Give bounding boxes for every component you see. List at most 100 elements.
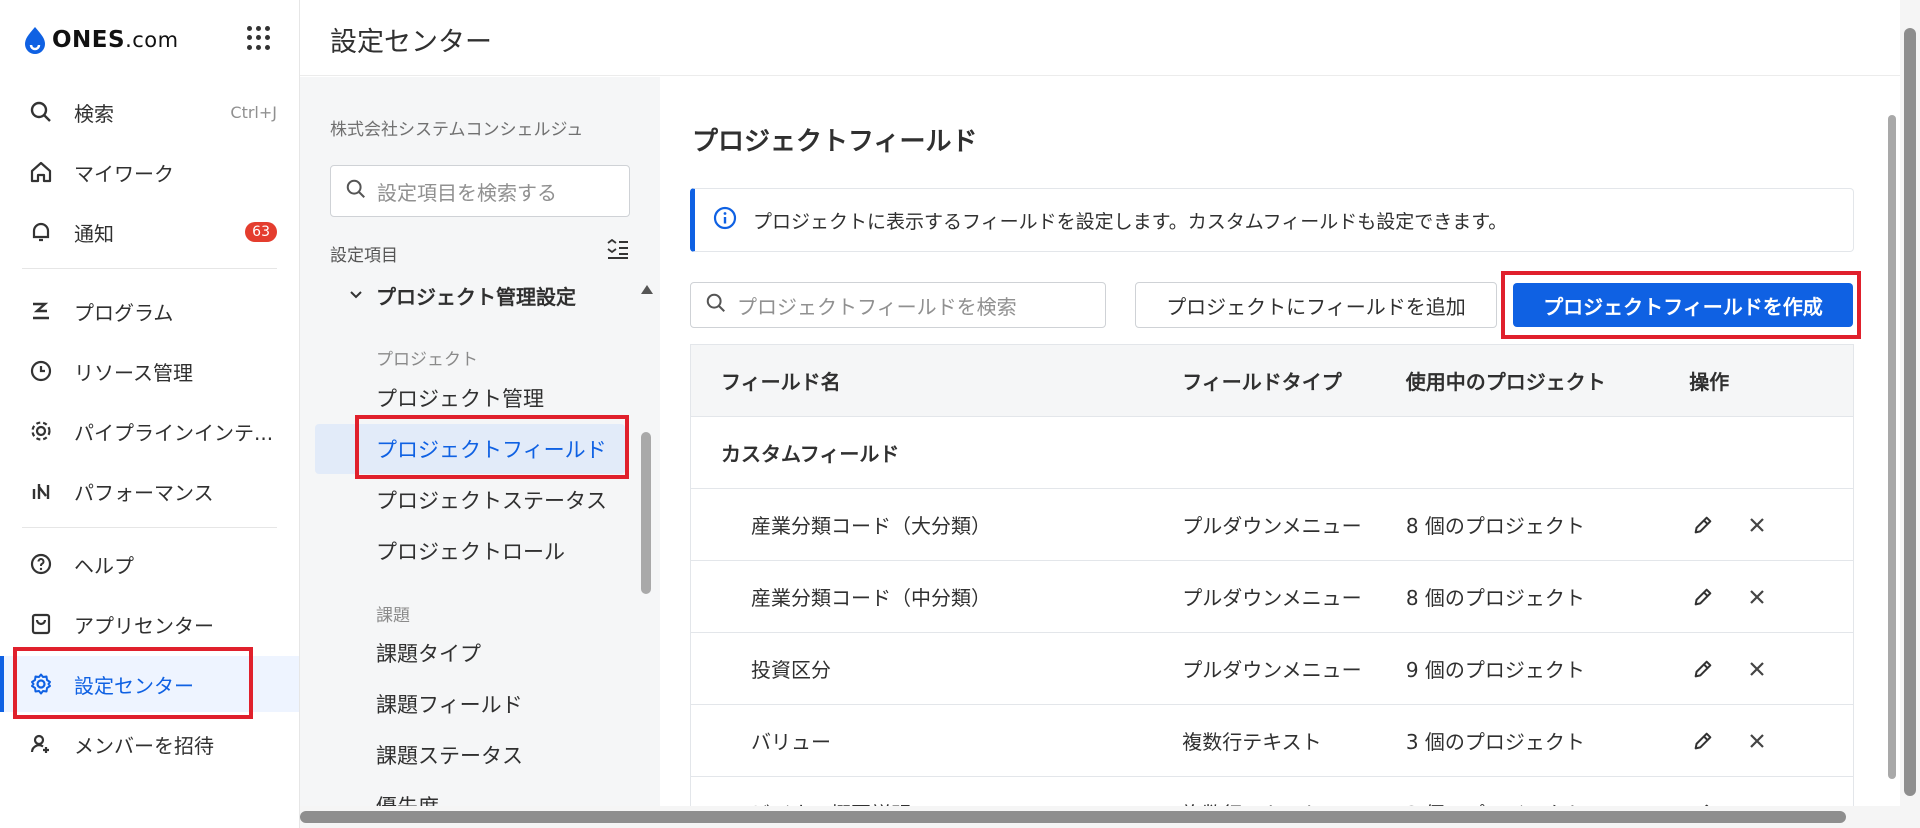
nav-label: リソース管理: [74, 360, 193, 385]
side-item-project-role[interactable]: プロジェクトロール: [315, 526, 625, 576]
field-type: プルダウンメニュー: [1182, 658, 1362, 682]
pipeline-icon: [28, 418, 54, 444]
search-shortcut: Ctrl+J: [230, 102, 277, 122]
notification-badge: 63: [245, 222, 277, 242]
field-search-placeholder: プロジェクトフィールドを検索: [737, 294, 1017, 319]
nav-performance[interactable]: パフォーマンス: [0, 463, 299, 519]
row-actions: [1689, 511, 1853, 539]
search-icon: [345, 178, 367, 205]
side-item-issue-type[interactable]: 課題タイプ: [315, 628, 625, 678]
ones-logo[interactable]: ONES.com: [22, 22, 179, 58]
nav-label: ヘルプ: [74, 553, 134, 578]
row-actions: [1689, 655, 1853, 683]
add-user-icon: [28, 731, 54, 757]
field-projects: 9 個のプロジェクト: [1405, 658, 1585, 682]
main-content: プロジェクトフィールド プロジェクトに表示するフィールドを設定します。カスタムフ…: [660, 89, 1886, 809]
column-header-field-type: フィールドタイプ: [1182, 370, 1342, 394]
main-content-scrollbar[interactable]: [1886, 89, 1898, 809]
help-icon: [28, 551, 54, 577]
group-label: プロジェクト管理設定: [376, 285, 576, 309]
bell-icon: [28, 219, 54, 245]
window-vertical-scrollbar[interactable]: [1900, 0, 1920, 828]
field-name: 投資区分: [751, 658, 831, 682]
nav-label: 検索: [74, 101, 114, 126]
nav-help[interactable]: ヘルプ: [0, 536, 299, 592]
table-row[interactable]: 産業分類コード（大分類） プルダウンメニュー 8 個のプロジェクト: [691, 489, 1853, 561]
column-header-actions: 操作: [1689, 370, 1730, 394]
table-row[interactable]: 産業分類コード（中分類） プルダウンメニュー 8 個のプロジェクト: [691, 561, 1853, 633]
field-type: プルダウンメニュー: [1182, 586, 1362, 610]
nav-label: 通知: [74, 221, 114, 246]
column-header-projects-in-use: 使用中のプロジェクト: [1405, 370, 1606, 394]
nav-search[interactable]: 検索 Ctrl+J: [0, 84, 299, 140]
project-field-table: フィールド名 フィールドタイプ 使用中のプロジェクト 操作 カスタムフィールド …: [690, 344, 1854, 809]
field-type: プルダウンメニュー: [1182, 514, 1362, 538]
table-row[interactable]: バリュー 複数行テキスト 3 個のプロジェクト: [691, 705, 1853, 777]
field-name: バリュー: [751, 730, 831, 754]
side-item-project-status[interactable]: プロジェクトステータス: [315, 475, 625, 525]
nav-label: マイワーク: [74, 161, 174, 186]
delete-close-icon[interactable]: [1743, 655, 1771, 683]
highlight-box-settings-nav: [13, 647, 253, 719]
window-horizontal-scrollbar[interactable]: [300, 806, 1900, 828]
edit-pencil-icon[interactable]: [1689, 727, 1717, 755]
highlight-box-project-field: [355, 415, 629, 479]
chart-icon: [28, 478, 54, 504]
info-banner: プロジェクトに表示するフィールドを設定します。カスタムフィールドも設定できます。: [690, 188, 1854, 252]
side-item-issue-field[interactable]: 課題フィールド: [315, 679, 625, 729]
field-projects: 8 個のプロジェクト: [1405, 586, 1585, 610]
side-item-priority[interactable]: 優先度: [315, 781, 625, 807]
table-row[interactable]: ビジネス概要説明 複数行テキスト 3 個のプロジェクト: [691, 777, 1853, 809]
add-field-to-project-button[interactable]: プロジェクトにフィールドを追加: [1135, 282, 1497, 328]
edit-pencil-icon[interactable]: [1689, 583, 1717, 611]
field-type: 複数行テキスト: [1182, 730, 1322, 754]
delete-close-icon[interactable]: [1743, 583, 1771, 611]
edit-pencil-icon[interactable]: [1689, 511, 1717, 539]
home-icon: [28, 159, 54, 185]
section-title: プロジェクトフィールド: [692, 127, 978, 157]
table-row[interactable]: 投資区分 プルダウンメニュー 9 個のプロジェクト: [691, 633, 1853, 705]
settings-search-input[interactable]: 設定項目を検索する: [330, 165, 630, 217]
left-navigation: ONES.com 検索 Ctrl+J マイワーク 通知 63 プログラム リソー…: [0, 0, 300, 828]
nav-label: メンバーを招待: [74, 733, 214, 758]
field-name: 産業分類コード（大分類）: [751, 514, 991, 538]
nav-app-center[interactable]: アプリセンター: [0, 596, 299, 652]
column-header-field-name: フィールド名: [721, 370, 841, 394]
nav-pipeline[interactable]: パイプラインインテ...: [0, 403, 299, 459]
window-vscroll-thumb[interactable]: [1904, 28, 1916, 796]
field-name: 産業分類コード（中分類）: [751, 586, 991, 610]
page-title: 設定センター: [330, 27, 492, 58]
clock-icon: [28, 358, 54, 384]
nav-label: パフォーマンス: [74, 480, 214, 505]
chevron-down-icon: [348, 284, 364, 308]
settings-search-placeholder: 設定項目を検索する: [377, 180, 557, 205]
delete-close-icon[interactable]: [1743, 511, 1771, 539]
collapse-all-icon[interactable]: [606, 238, 630, 265]
highlight-box-create-button: [1501, 271, 1861, 339]
apps-grid-icon[interactable]: [247, 26, 271, 50]
nav-label: アプリセンター: [74, 613, 214, 638]
field-projects: 8 個のプロジェクト: [1405, 514, 1585, 538]
nav-my-work[interactable]: マイワーク: [0, 144, 299, 200]
page-header: 設定センター: [300, 0, 1900, 76]
nav-invite-member[interactable]: メンバーを招待: [0, 716, 299, 772]
edit-pencil-icon[interactable]: [1689, 655, 1717, 683]
field-search-input[interactable]: プロジェクトフィールドを検索: [690, 282, 1106, 328]
main-scroll-thumb[interactable]: [1888, 115, 1896, 779]
settings-sidebar-scrollbar[interactable]: [641, 432, 651, 594]
nav-resource[interactable]: リソース管理: [0, 343, 299, 399]
group-project-management-settings[interactable]: プロジェクト管理設定: [348, 281, 576, 310]
row-actions: [1689, 583, 1853, 611]
nav-label: プログラム: [74, 300, 174, 325]
row-actions: [1689, 727, 1853, 755]
info-text: プロジェクトに表示するフィールドを設定します。カスタムフィールドも設定できます。: [753, 210, 1508, 233]
nav-program[interactable]: プログラム: [0, 283, 299, 339]
app-center-icon: [28, 611, 54, 637]
window-hscroll-thumb[interactable]: [300, 811, 1846, 823]
delete-close-icon[interactable]: [1743, 727, 1771, 755]
side-scroll-up-arrow[interactable]: [640, 280, 654, 294]
nav-divider: [22, 527, 277, 528]
side-item-issue-status[interactable]: 課題ステータス: [315, 730, 625, 780]
nav-notifications[interactable]: 通知 63: [0, 204, 299, 260]
program-icon: [28, 298, 54, 324]
